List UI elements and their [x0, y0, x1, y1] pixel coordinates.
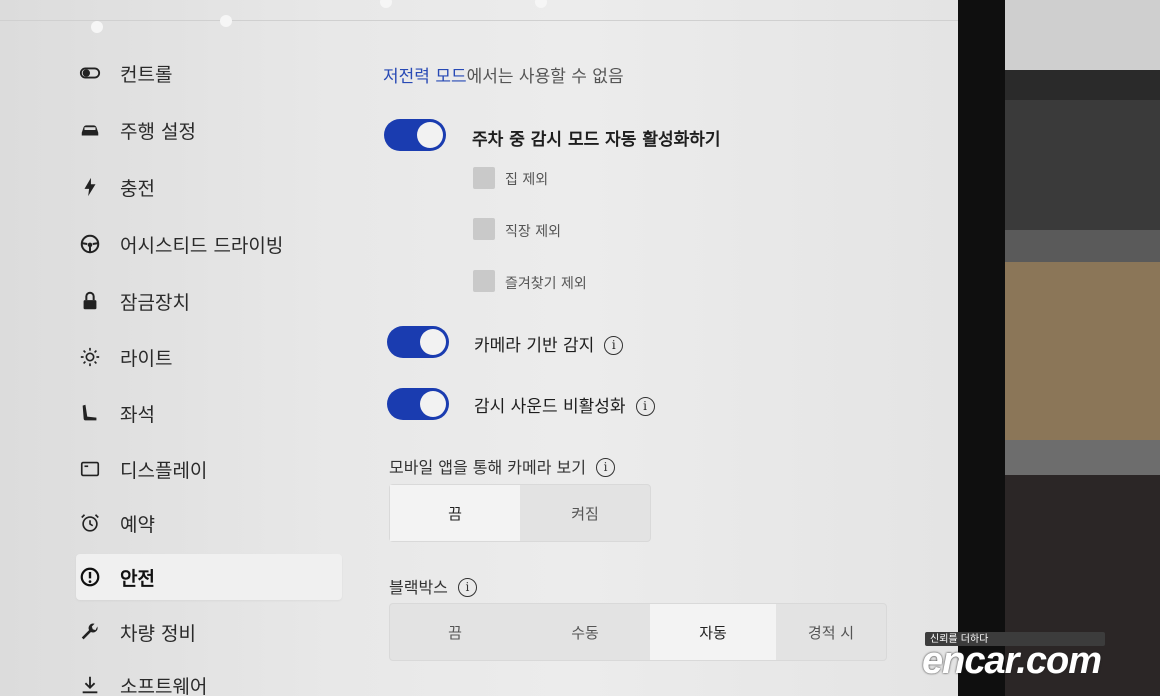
sidebar-item-label: 디스플레이: [120, 459, 208, 482]
sidebar-item-label: 차량 정비: [120, 622, 196, 645]
seat-icon: [78, 401, 102, 425]
toggle-icon: [78, 61, 102, 85]
dashcam-off-option[interactable]: 끔: [390, 604, 520, 660]
lock-icon: [78, 289, 102, 313]
glare-spot: [91, 21, 103, 33]
sidebar-item-label: 주행 설정: [120, 120, 196, 143]
mobile-view-off-option[interactable]: 끔: [390, 485, 520, 541]
sentry-sound-toggle[interactable]: [387, 388, 449, 420]
info-icon[interactable]: i: [457, 578, 477, 597]
camera-detection-toggle[interactable]: [387, 326, 449, 358]
watermark-logo: encar.com: [922, 640, 1102, 682]
settings-screen: 컨트롤 주행 설정 충전 어시스티드 드라이빙 잠금장치 라이트 좌석 디스플레…: [0, 0, 958, 696]
alert-circle-icon: [78, 565, 102, 589]
sidebar-item-label: 충전: [120, 177, 155, 200]
mobile-view-on-option[interactable]: 켜짐: [520, 485, 650, 541]
sentry-auto-label: 주차 중 감시 모드 자동 활성화하기: [472, 130, 721, 150]
mobile-view-row: 모바일 앱을 통해 카메라 보기 i: [389, 454, 615, 478]
lightning-icon: [78, 175, 102, 199]
exclude-favorites-checkbox[interactable]: [473, 270, 495, 292]
low-power-notice: 저전력 모드에서는 사용할 수 없음: [383, 62, 624, 87]
top-divider: [0, 20, 958, 21]
exclude-work-checkbox[interactable]: [473, 218, 495, 240]
sidebar-item-assisted-driving[interactable]: 어시스티드 드라이빙: [76, 221, 342, 267]
sentry-sound-label: 감시 사운드 비활성화: [474, 397, 626, 417]
sidebar-item-display[interactable]: 디스플레이: [76, 446, 342, 492]
exclude-home-label: 집 제외: [505, 172, 549, 188]
info-icon[interactable]: i: [595, 458, 615, 477]
sidebar-item-label: 안전: [120, 567, 155, 590]
dashcam-segmented: 끔 수동 자동 경적 시: [389, 603, 887, 661]
sidebar-item-label: 예약: [120, 513, 155, 536]
dashcam-manual-option[interactable]: 수동: [520, 604, 650, 660]
car-icon: [78, 118, 102, 142]
low-power-mode-link[interactable]: 저전력 모드: [383, 67, 467, 87]
sentry-auto-toggle[interactable]: [384, 119, 446, 151]
sidebar-item-service[interactable]: 차량 정비: [76, 609, 342, 655]
sidebar-item-label: 소프트웨어: [120, 675, 208, 696]
toggle-knob: [420, 391, 446, 417]
steering-wheel-icon: [78, 232, 102, 256]
sidebar-item-locks[interactable]: 잠금장치: [76, 278, 342, 324]
mobile-view-segmented: 끔 켜짐: [389, 484, 651, 542]
sidebar-item-software[interactable]: 소프트웨어: [76, 662, 342, 696]
sidebar-item-lights[interactable]: 라이트: [76, 334, 342, 380]
sidebar-item-label: 어시스티드 드라이빙: [120, 234, 284, 257]
dashcam-auto-option[interactable]: 자동: [650, 604, 776, 660]
info-icon[interactable]: i: [604, 336, 624, 355]
glare-spot: [535, 0, 547, 8]
wrench-icon: [78, 620, 102, 644]
download-icon: [78, 673, 102, 696]
dashcam-row: 블랙박스 i: [389, 574, 477, 598]
exclude-home-checkbox[interactable]: [473, 167, 495, 189]
sidebar-item-controls[interactable]: 컨트롤: [76, 50, 342, 96]
camera-detection-row: 카메라 기반 감지 i: [474, 331, 624, 356]
sidebar-item-label: 라이트: [120, 347, 173, 370]
glare-spot: [220, 15, 232, 27]
sidebar-item-label: 잠금장치: [120, 291, 190, 314]
sidebar-item-seats[interactable]: 좌석: [76, 390, 342, 436]
dashcam-label: 블랙박스: [389, 578, 448, 597]
notice-text: 에서는 사용할 수 없음: [466, 67, 624, 87]
sentry-sound-row: 감시 사운드 비활성화 i: [474, 392, 655, 417]
toggle-knob: [420, 329, 446, 355]
toggle-knob: [417, 122, 443, 148]
sidebar-item-label: 좌석: [120, 403, 155, 426]
sidebar-item-charging[interactable]: 충전: [76, 164, 342, 210]
exclude-work-label: 직장 제외: [505, 224, 561, 240]
glare-spot: [380, 0, 392, 8]
sidebar-item-schedule[interactable]: 예약: [76, 500, 342, 546]
sidebar-item-label: 컨트롤: [120, 63, 173, 86]
sidebar-item-driving[interactable]: 주행 설정: [76, 107, 342, 153]
exclude-favorites-label: 즐겨찾기 제외: [505, 276, 587, 292]
mobile-view-label: 모바일 앱을 통해 카메라 보기: [389, 458, 586, 477]
sun-icon: [78, 345, 102, 369]
alarm-clock-icon: [78, 511, 102, 535]
camera-detection-label: 카메라 기반 감지: [474, 336, 595, 356]
info-icon[interactable]: i: [635, 397, 655, 416]
display-icon: [78, 457, 102, 481]
sidebar-item-safety[interactable]: 안전: [76, 554, 342, 600]
dashcam-honk-option[interactable]: 경적 시: [776, 604, 886, 660]
